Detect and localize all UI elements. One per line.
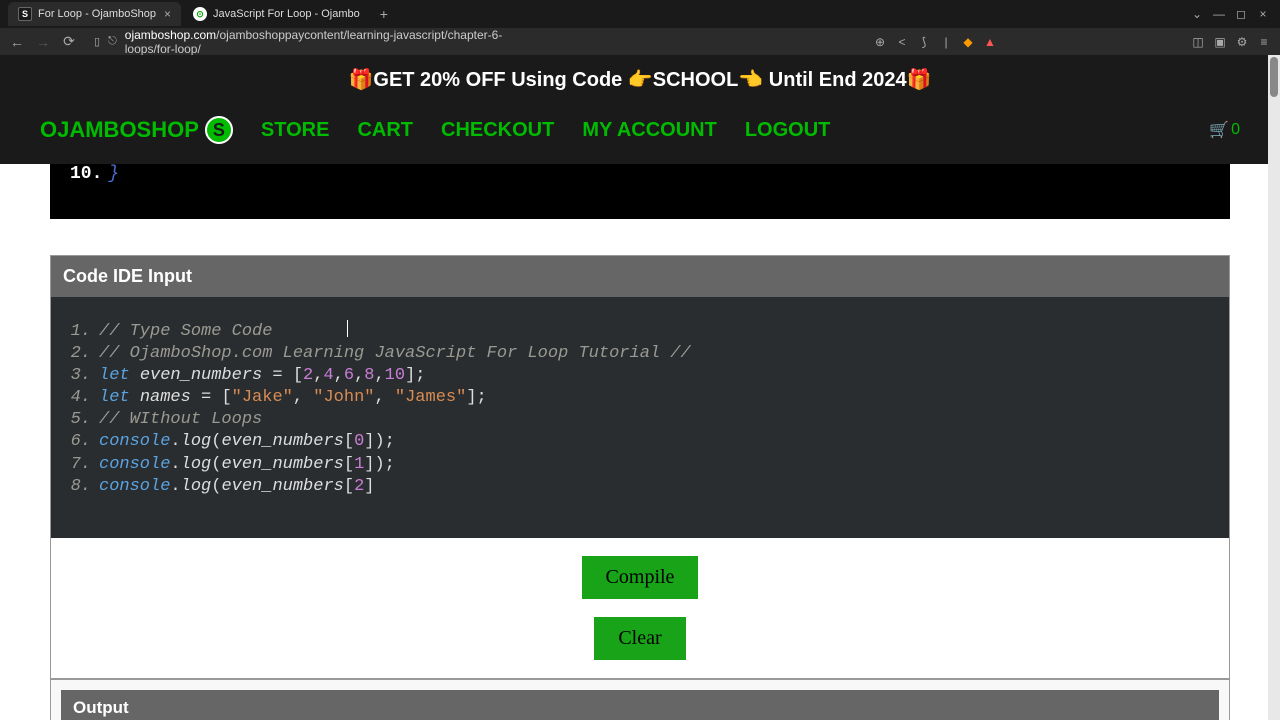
window-controls: ⌄ — ◻ × <box>1188 5 1272 23</box>
sidebar-icon[interactable]: ◫ <box>1190 34 1206 50</box>
scrollbar-track[interactable] <box>1268 55 1280 720</box>
logo-text: OJAMBOSHOP <box>40 117 199 143</box>
maximize-icon[interactable]: ◻ <box>1232 5 1250 23</box>
line-number: 10. <box>70 164 102 184</box>
logo-icon: S <box>205 116 233 144</box>
tab-active[interactable]: S For Loop - OjamboShop × <box>8 2 181 26</box>
nav-cart[interactable]: CART <box>357 119 413 142</box>
code-block-top: 10. } <box>50 164 1230 219</box>
forward-icon: → <box>34 34 52 50</box>
ide-buttons: Compile Clear <box>51 538 1229 678</box>
url-bar[interactable]: ▯ ⎋ ojamboshop.com/ojamboshoppaycontent/… <box>86 28 864 56</box>
output-container: Output <box>50 679 1230 720</box>
favicon-s: S <box>18 7 32 21</box>
site-nav: OJAMBOSHOP S STORE CART CHECKOUT MY ACCO… <box>0 104 1280 164</box>
chevron-down-icon[interactable]: ⌄ <box>1188 5 1206 23</box>
tab-bar: S For Loop - OjamboShop × ⊙ JavaScript F… <box>0 0 1280 28</box>
code-brace: } <box>108 164 119 184</box>
code-editor[interactable]: 1.// Type Some Code2.// OjamboShop.com L… <box>51 297 1229 538</box>
clear-button[interactable]: Clear <box>594 617 685 660</box>
ide-container: Code IDE Input 1.// Type Some Code2.// O… <box>50 255 1230 679</box>
share-icon[interactable]: < <box>894 34 910 50</box>
nav-logout[interactable]: LOGOUT <box>745 119 831 142</box>
compile-button[interactable]: Compile <box>582 556 699 599</box>
url-text: ojamboshop.com/ojamboshoppaycontent/lear… <box>125 28 524 56</box>
tab-title: For Loop - OjamboShop <box>38 8 156 20</box>
close-icon[interactable]: × <box>164 7 171 21</box>
promo-code: SCHOOL <box>653 69 739 91</box>
settings-icon[interactable]: ⚙ <box>1234 34 1250 50</box>
code-line: 3.let even_numbers = [2,4,6,8,10]; <box>67 365 1213 387</box>
site-logo[interactable]: OJAMBOSHOP S <box>40 116 233 144</box>
code-line: 5.// WIthout Loops <box>67 409 1213 431</box>
browser-action-icons: ⊕ < ⟆ | ◆ ▲ ◫ ▣ ⚙ ≡ <box>872 34 1272 50</box>
code-line: 6.console.log(even_numbers[0]); <box>67 431 1213 453</box>
new-tab-icon[interactable]: + <box>380 6 388 22</box>
close-window-icon[interactable]: × <box>1254 5 1272 23</box>
page-content: 🎁GET 20% OFF Using Code 👉SCHOOL👈 Until E… <box>0 55 1280 720</box>
zoom-icon[interactable]: ⊕ <box>872 34 888 50</box>
bookmark-icon[interactable]: ▯ <box>94 35 100 48</box>
code-line: 8.console.log(even_numbers[2] <box>67 476 1213 498</box>
output-header: Output <box>61 690 1219 720</box>
shield-icon[interactable]: ◆ <box>960 34 976 50</box>
cart-icon[interactable]: 🛒0 <box>1209 120 1240 140</box>
cart-count: 0 <box>1231 121 1240 139</box>
nav-checkout[interactable]: CHECKOUT <box>441 119 554 142</box>
browser-chrome: S For Loop - OjamboShop × ⊙ JavaScript F… <box>0 0 1280 55</box>
minimize-icon[interactable]: — <box>1210 5 1228 23</box>
promo-right: 👈 Until End 2024🎁 <box>738 69 931 91</box>
nav-store[interactable]: STORE <box>261 119 330 142</box>
back-icon[interactable]: ← <box>8 34 26 50</box>
promo-left: 🎁GET 20% OFF Using Code 👉 <box>348 69 652 91</box>
tab-inactive[interactable]: ⊙ JavaScript For Loop - Ojambo <box>183 2 370 26</box>
brave-icon[interactable]: ▲ <box>982 34 998 50</box>
nav-bar: ← → ⟳ ▯ ⎋ ojamboshop.com/ojamboshoppayco… <box>0 28 1280 55</box>
divider: | <box>938 34 954 50</box>
wallet-icon[interactable]: ▣ <box>1212 34 1228 50</box>
menu-icon[interactable]: ≡ <box>1256 34 1272 50</box>
code-line: 4.let names = ["Jake", "John", "James"]; <box>67 387 1213 409</box>
tab-title: JavaScript For Loop - Ojambo <box>213 8 360 20</box>
ide-header: Code IDE Input <box>51 256 1229 297</box>
code-line: 7.console.log(even_numbers[1]); <box>67 454 1213 476</box>
site-info-icon[interactable]: ⎋ <box>108 35 117 48</box>
favicon-o: ⊙ <box>193 7 207 21</box>
rss-icon[interactable]: ⟆ <box>916 34 932 50</box>
promo-banner: 🎁GET 20% OFF Using Code 👉SCHOOL👈 Until E… <box>0 55 1280 104</box>
code-line: 2.// OjamboShop.com Learning JavaScript … <box>67 343 1213 365</box>
reload-icon[interactable]: ⟳ <box>60 33 78 50</box>
scrollbar-thumb[interactable] <box>1270 57 1278 97</box>
text-cursor <box>347 320 348 337</box>
code-line: 1.// Type Some Code <box>67 321 1213 343</box>
nav-account[interactable]: MY ACCOUNT <box>582 119 716 142</box>
